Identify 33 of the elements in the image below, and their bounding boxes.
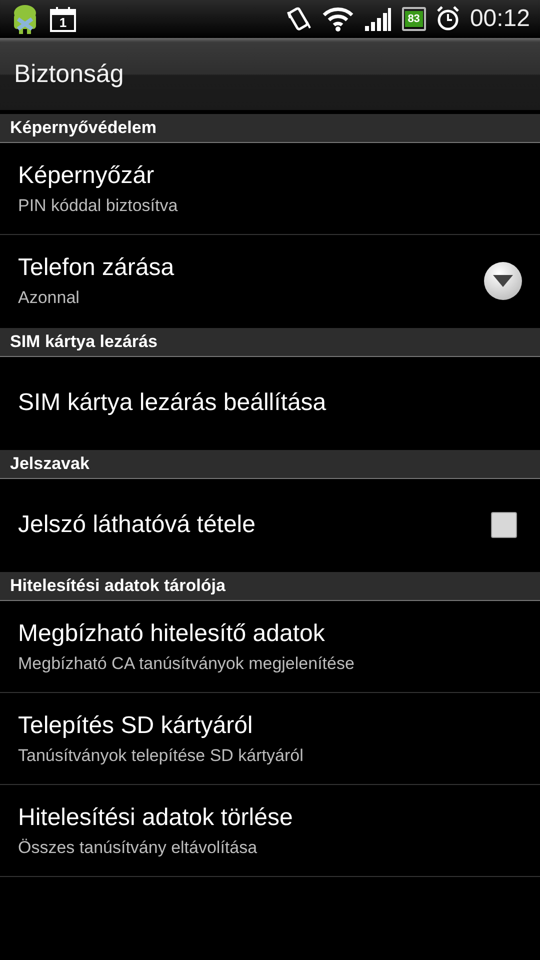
screen-title: Biztonság xyxy=(14,60,124,88)
checkbox[interactable] xyxy=(491,512,517,538)
signal-icon xyxy=(364,6,392,32)
vibrate-icon xyxy=(286,6,312,32)
item-title: Megbízható hitelesítő adatok xyxy=(18,620,326,648)
settings-item[interactable]: Hitelesítési adatok törlése Összes tanúsítvány eltávolítása xyxy=(0,785,540,877)
section-title: Képernyővédelem xyxy=(10,118,156,138)
item-title: SIM kártya lezárás beállítása xyxy=(18,388,328,416)
calendar-icon: 1 xyxy=(50,6,76,32)
item-summary: Összes tanúsítvány eltávolítása xyxy=(18,838,258,858)
alarm-clock-icon xyxy=(436,6,460,32)
dropdown-icon[interactable] xyxy=(483,260,523,300)
section-title: Jelszavak xyxy=(10,454,90,474)
item-summary: Megbízható CA tanúsítványok megjelenítése xyxy=(18,654,356,674)
section-title: Hitelesítési adatok tárolója xyxy=(10,576,226,596)
battery-icon: 83 xyxy=(402,7,426,31)
settings-item[interactable]: Telepítés SD kártyáról Tanúsítványok telepítése SD kártyáról xyxy=(0,693,540,785)
item-title: Telepítés SD kártyáról xyxy=(18,712,254,740)
item-summary: Azonnal xyxy=(18,288,80,308)
item-summary: Tanúsítványok telepítése SD kártyáról xyxy=(18,746,304,766)
settings-item[interactable]: Megbízható hitelesítő adatok Megbízható CA tanúsítványok megjelenítése xyxy=(0,601,540,693)
item-title: Hitelesítési adatok törlése xyxy=(18,804,294,832)
settings-item[interactable]: Képernyőzár PIN kóddal biztosítva xyxy=(0,143,540,235)
item-title: Képernyőzár xyxy=(18,162,156,190)
section-title: SIM kártya lezárás xyxy=(10,332,158,352)
item-summary: PIN kóddal biztosítva xyxy=(18,196,179,216)
wifi-icon xyxy=(322,6,354,32)
clock: 00:12 xyxy=(470,5,530,33)
settings-item[interactable]: Telefon zárása Azonnal xyxy=(0,235,540,326)
settings-item[interactable]: SIM kártya lezárás beállítása xyxy=(0,357,540,448)
item-title: Jelszó láthatóvá tétele xyxy=(18,510,256,538)
settings-item[interactable]: Jelszó láthatóvá tétele xyxy=(0,479,540,570)
item-title: Telefon zárása xyxy=(18,254,176,282)
